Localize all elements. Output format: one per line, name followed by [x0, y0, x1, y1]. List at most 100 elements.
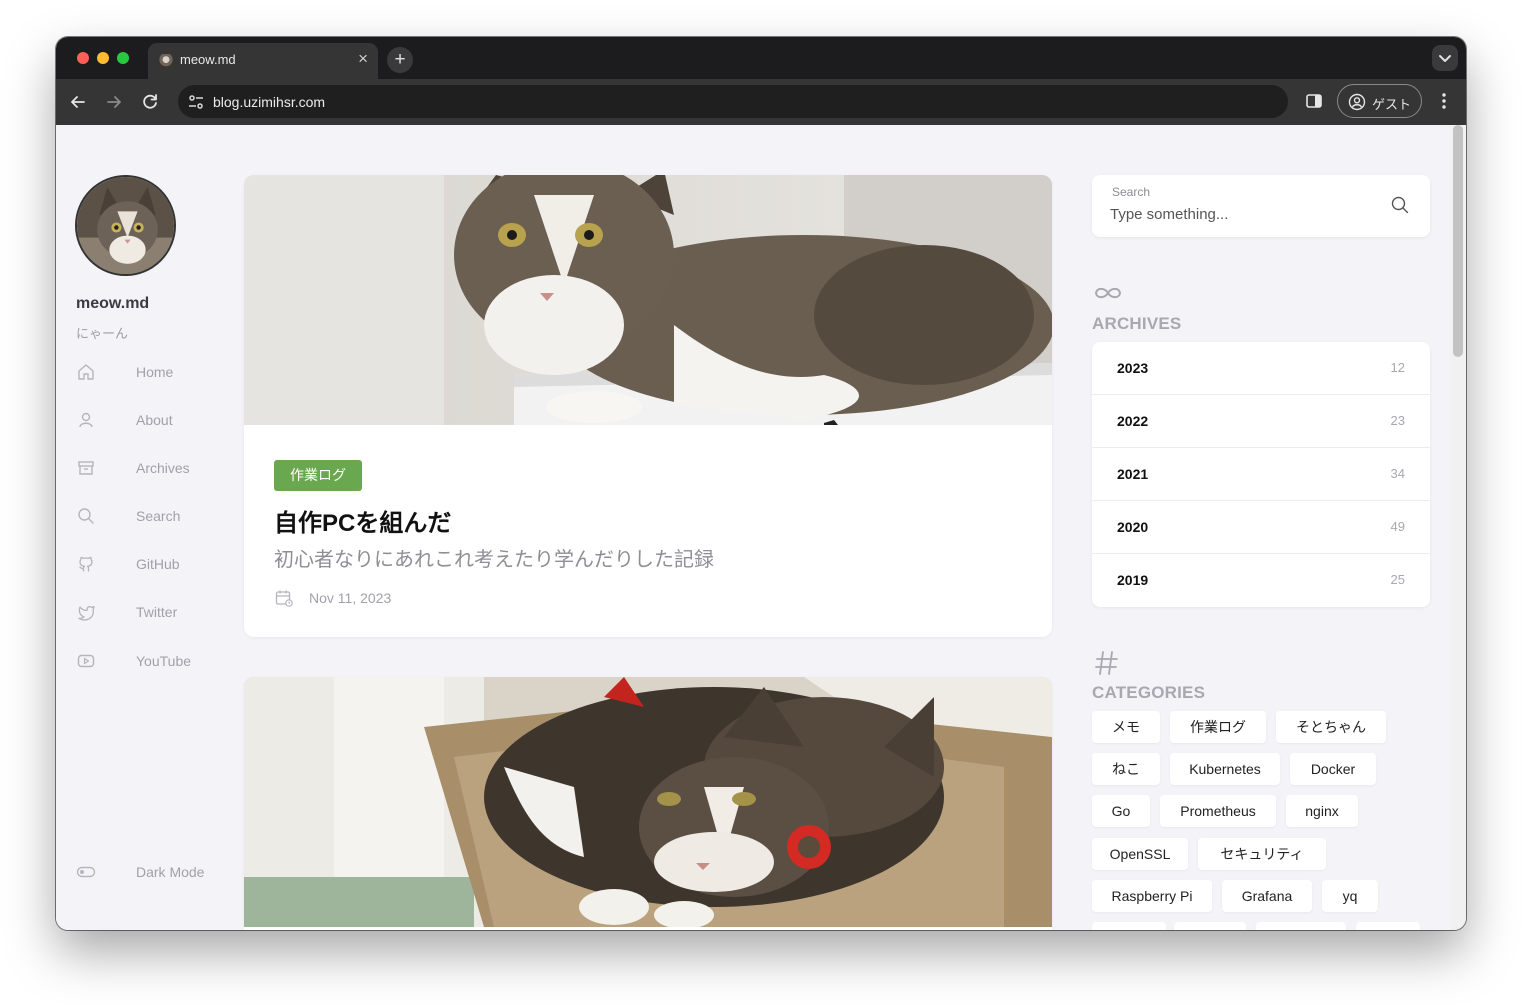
post-subtitle: 初心者なりにあれこれ考えたり学んだりした記録 [274, 549, 714, 571]
profile-icon [1348, 93, 1366, 111]
toggle-icon [76, 866, 96, 878]
hash-icon [1095, 651, 1118, 675]
archive-row[interactable]: 2019 25 [1092, 554, 1430, 607]
category-chip-partial[interactable] [1256, 922, 1346, 930]
nav-item-youtube[interactable]: YouTube [76, 648, 236, 674]
reload-icon [143, 94, 157, 109]
dark-mode-toggle[interactable]: Dark Mode [76, 859, 236, 885]
archive-count: 49 [1390, 519, 1405, 534]
arrow-right-icon [107, 96, 121, 108]
github-icon [79, 556, 93, 572]
category-chip[interactable]: ねこ [1092, 753, 1160, 785]
search-icon[interactable] [1390, 195, 1410, 215]
post-title[interactable]: 自作PCを組んだ [274, 503, 451, 538]
close-window-button[interactable] [77, 52, 89, 64]
nav-label-about: About [136, 412, 173, 428]
archive-row[interactable]: 2022 23 [1092, 395, 1430, 448]
tab-close-icon[interactable]: × [358, 49, 368, 69]
search-icon [78, 508, 94, 524]
category-chip-partial[interactable] [1174, 922, 1246, 930]
browser-toolbar: blog.uzimihsr.com ゲスト [56, 79, 1466, 125]
categories-heading: CATEGORIES [1092, 683, 1206, 702]
side-panel-icon [1306, 94, 1322, 108]
category-chip[interactable]: yq [1322, 880, 1378, 912]
twitter-icon [78, 605, 95, 621]
tab-strip: meow.md × + [56, 37, 1466, 79]
archive-year: 2019 [1117, 572, 1149, 588]
category-chip[interactable]: そとちゃん [1276, 711, 1386, 743]
minimize-window-button[interactable] [97, 52, 109, 64]
archive-year: 2021 [1117, 466, 1149, 482]
category-chip[interactable]: Prometheus [1160, 795, 1276, 827]
category-chip[interactable]: Go [1092, 795, 1150, 827]
nav-item-search[interactable]: Search [76, 503, 236, 529]
archives-heading: ARCHIVES [1092, 314, 1182, 333]
search-input[interactable] [1110, 203, 1380, 225]
page-content: meow.md にゃーん Home About Archives Search … [56, 125, 1450, 930]
scrollbar-thumb[interactable] [1453, 125, 1463, 357]
nav-item-about[interactable]: About [76, 407, 236, 433]
post-hero-image[interactable] [244, 677, 1052, 927]
site-tagline: にゃーん [76, 326, 129, 341]
page-scrollbar[interactable] [1450, 125, 1466, 930]
search-label: Search [1112, 185, 1151, 199]
archive-row[interactable]: 2021 34 [1092, 448, 1430, 501]
nav-label-github: GitHub [136, 556, 180, 572]
zoom-window-button[interactable] [117, 52, 129, 64]
youtube-icon [77, 654, 95, 668]
category-chip-partial[interactable] [1356, 922, 1420, 930]
address-bar[interactable]: blog.uzimihsr.com [178, 85, 1288, 118]
nav-label-youtube: YouTube [136, 653, 192, 669]
archive-count: 34 [1390, 466, 1405, 481]
chevron-down-icon [1439, 55, 1451, 62]
category-chip[interactable]: Kubernetes [1170, 753, 1280, 785]
user-icon [79, 412, 93, 428]
profile-button[interactable]: ゲスト [1337, 84, 1422, 118]
new-tab-button[interactable]: + [387, 47, 413, 73]
category-chip[interactable]: Raspberry Pi [1092, 880, 1212, 912]
category-chip[interactable]: OpenSSL [1092, 838, 1188, 870]
search-box[interactable]: Search [1092, 175, 1430, 237]
archive-row[interactable]: 2023 12 [1092, 342, 1430, 395]
site-title[interactable]: meow.md [76, 295, 149, 313]
category-chip[interactable]: Grafana [1222, 880, 1312, 912]
nav-item-github[interactable]: GitHub [76, 551, 236, 577]
nav-item-twitter[interactable]: Twitter [76, 599, 236, 625]
forward-button[interactable] [102, 90, 126, 114]
category-chip[interactable]: Docker [1290, 753, 1376, 785]
arrow-left-icon [71, 96, 85, 108]
tab-search-button[interactable] [1432, 45, 1458, 71]
archive-row[interactable]: 2020 49 [1092, 501, 1430, 554]
site-settings-icon[interactable] [187, 93, 205, 111]
infinity-icon [1094, 287, 1122, 299]
more-vert-icon [1442, 93, 1446, 109]
post-card[interactable] [244, 677, 1052, 930]
category-badge[interactable]: 作業ログ [274, 460, 362, 491]
nav-label-archives: Archives [136, 460, 190, 476]
tab-meow-md[interactable]: meow.md × [148, 43, 378, 79]
back-button[interactable] [66, 90, 90, 114]
nav-item-home[interactable]: Home [76, 359, 236, 385]
post-card[interactable]: 作業ログ 自作PCを組んだ 初心者なりにあれこれ考えたり学んだりした記録 Nov… [244, 175, 1052, 637]
nav-label-twitter: Twitter [136, 604, 178, 620]
avatar[interactable] [75, 175, 176, 276]
reload-button[interactable] [138, 90, 162, 114]
home-icon [78, 364, 94, 380]
side-panel-button[interactable] [1304, 91, 1324, 116]
category-chip[interactable]: セキュリティ [1198, 838, 1326, 870]
nav-item-archives[interactable]: Archives [76, 455, 236, 481]
tab-title: meow.md [180, 52, 236, 67]
profile-label: ゲスト [1372, 97, 1412, 112]
archive-year: 2023 [1117, 360, 1149, 376]
browser-menu-button[interactable] [1434, 91, 1454, 116]
archive-count: 25 [1390, 572, 1405, 587]
calendar-icon [275, 590, 293, 607]
category-chip[interactable]: 作業ログ [1170, 711, 1266, 743]
category-chip-partial[interactable] [1092, 922, 1166, 930]
post-hero-image[interactable] [244, 175, 1052, 425]
category-chip[interactable]: nginx [1286, 795, 1358, 827]
category-chip[interactable]: メモ [1092, 711, 1160, 743]
favicon-icon [159, 54, 173, 68]
url-text: blog.uzimihsr.com [213, 94, 326, 110]
archive-year: 2022 [1117, 413, 1149, 429]
